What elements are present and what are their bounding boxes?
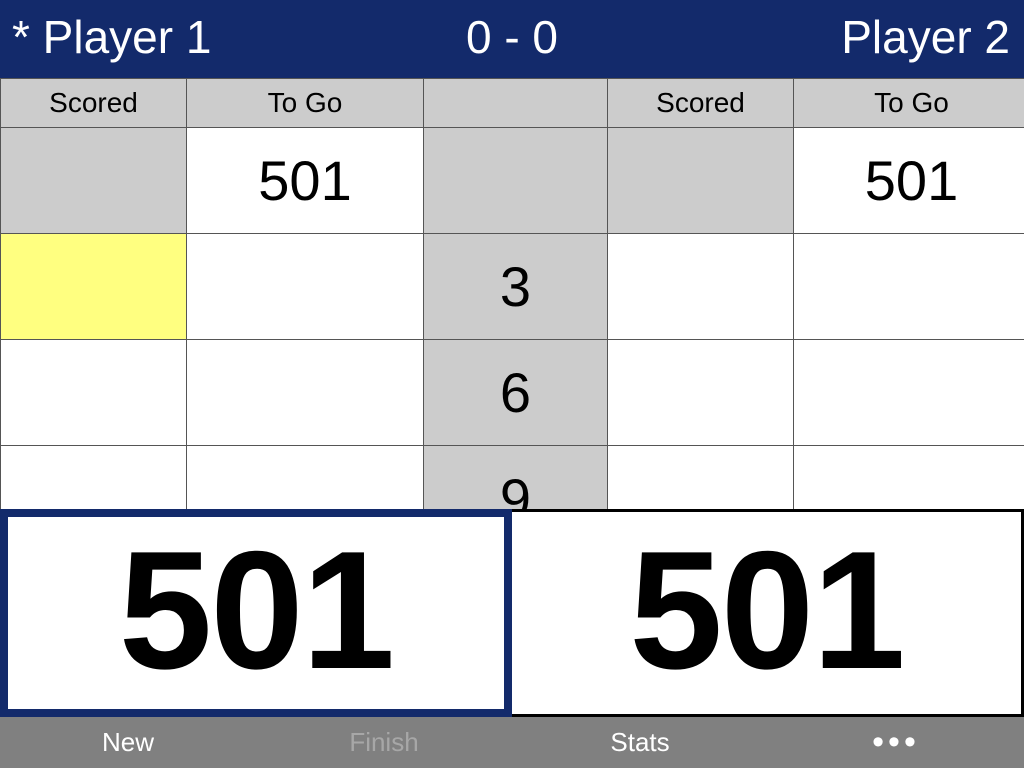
cell-p1-scored[interactable] [1, 340, 187, 446]
bottom-toolbar: New Finish Stats ••• [0, 717, 1024, 768]
table-row: 9 [1, 446, 1024, 511]
cell-p1-togo [187, 340, 424, 446]
cell-darts-count [424, 128, 608, 234]
cell-darts-count: 3 [424, 234, 608, 340]
match-header: * Player 1 0 - 0 Player 2 [0, 0, 1024, 78]
new-game-button[interactable]: New [38, 717, 218, 768]
cell-darts-count: 6 [424, 340, 608, 446]
cell-p1-togo [187, 446, 424, 511]
more-options-button[interactable]: ••• [806, 717, 986, 768]
cell-p1-togo: 501 [187, 128, 424, 234]
column-header-p1-scored: Scored [1, 79, 187, 128]
cell-p2-togo: 501 [794, 128, 1024, 234]
player2-remaining-value: 501 [512, 512, 1021, 708]
cell-p1-scored[interactable] [1, 128, 187, 234]
ellipsis-icon: ••• [872, 717, 920, 768]
cell-p2-scored[interactable] [608, 234, 794, 340]
cell-p2-scored[interactable] [608, 128, 794, 234]
player1-remaining-value: 501 [8, 517, 504, 703]
player2-remaining-panel[interactable]: 501 [512, 509, 1024, 717]
column-header-p1-togo: To Go [187, 79, 424, 128]
cell-darts-count: 9 [424, 446, 608, 511]
cell-p2-scored[interactable] [608, 446, 794, 511]
column-header-p2-scored: Scored [608, 79, 794, 128]
cell-p2-togo [794, 446, 1024, 511]
current-score-panels: 501 501 [0, 509, 1024, 717]
column-header-p2-togo: To Go [794, 79, 1024, 128]
scoreboard-header-row: Scored To Go Scored To Go [1, 79, 1024, 128]
table-row: 3 [1, 234, 1024, 340]
cell-p2-scored[interactable] [608, 340, 794, 446]
cell-p2-togo [794, 234, 1024, 340]
cell-p2-togo [794, 340, 1024, 446]
column-header-darts [424, 79, 608, 128]
cell-p1-togo [187, 234, 424, 340]
scoreboard-table: Scored To Go Scored To Go 501 501 3 6 [0, 78, 1024, 510]
finish-button: Finish [294, 717, 474, 768]
player2-name[interactable]: Player 2 [841, 0, 1010, 78]
table-row: 6 [1, 340, 1024, 446]
player1-remaining-panel[interactable]: 501 [0, 509, 512, 717]
cell-p1-scored-active[interactable] [1, 234, 187, 340]
cell-p1-scored[interactable] [1, 446, 187, 511]
table-row: 501 501 [1, 128, 1024, 234]
stats-button[interactable]: Stats [550, 717, 730, 768]
scoreboard: Scored To Go Scored To Go 501 501 3 6 [0, 78, 1024, 510]
